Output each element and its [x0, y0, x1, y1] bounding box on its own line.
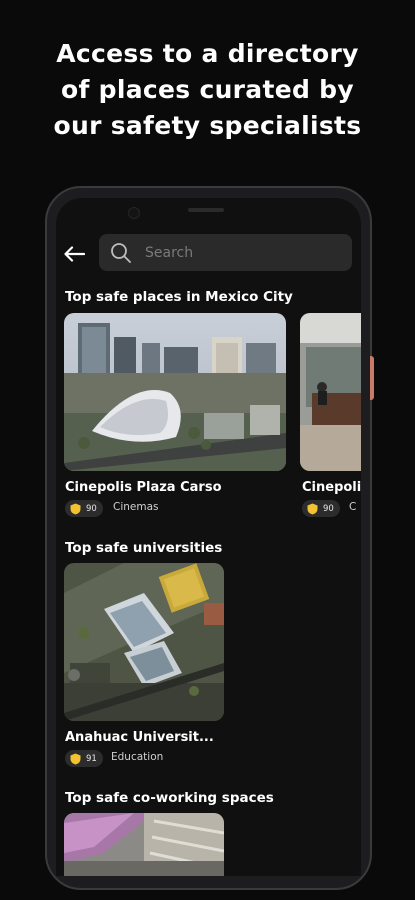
safety-score-badge: 90	[302, 500, 340, 517]
coworking-interior-photo	[64, 813, 224, 876]
shield-icon	[70, 753, 81, 764]
lobby-photo	[300, 313, 361, 471]
place-card-image[interactable]	[64, 813, 224, 876]
shield-icon	[307, 503, 318, 514]
place-card-name[interactable]: Anahuac Universit...	[65, 730, 214, 745]
place-card-image[interactable]	[64, 313, 286, 471]
safety-score-value: 90	[323, 503, 334, 514]
campus-aerial-photo	[64, 563, 224, 721]
place-category: Cinemas	[113, 501, 159, 513]
place-category: Education	[111, 751, 164, 763]
promo-headline: Access to a directory of places curated …	[0, 36, 415, 144]
city-aerial-photo	[64, 313, 286, 471]
safety-score-badge: 90	[65, 500, 103, 517]
place-card-name[interactable]: Cinepolis Plaza Carso	[65, 480, 222, 495]
place-category: C	[349, 501, 357, 513]
section-title-places: Top safe places in Mexico City	[65, 289, 293, 305]
section-title-universities: Top safe universities	[65, 540, 223, 556]
earpiece-speaker	[188, 208, 224, 212]
section-title-coworking: Top safe co-working spaces	[65, 790, 274, 806]
front-camera	[128, 207, 140, 219]
place-card-name[interactable]: Cinepolis	[302, 480, 361, 495]
place-card-image[interactable]	[64, 563, 224, 721]
headline-line-3: our safety specialists	[53, 111, 362, 140]
safety-score-value: 91	[86, 753, 97, 764]
safety-score-value: 90	[86, 503, 97, 514]
search-bar[interactable]	[99, 234, 352, 271]
shield-icon	[70, 503, 81, 514]
search-icon	[111, 243, 131, 263]
safety-score-badge: 91	[65, 750, 103, 767]
back-button[interactable]	[60, 242, 88, 266]
headline-line-2: of places curated by	[61, 75, 354, 104]
headline-line-1: Access to a directory	[56, 39, 359, 68]
phone-side-button	[370, 356, 374, 400]
search-input[interactable]	[145, 234, 345, 271]
place-card-image[interactable]	[300, 313, 361, 471]
arrow-left-icon	[64, 246, 85, 262]
